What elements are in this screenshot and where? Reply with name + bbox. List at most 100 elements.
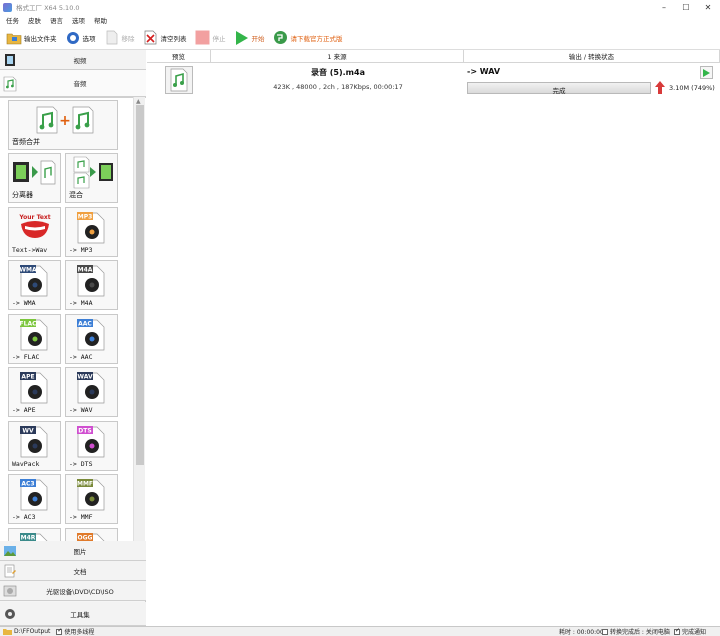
audio-tile-ac3[interactable]: AC3 -> AC3 bbox=[8, 474, 61, 524]
scrollbar-thumb[interactable] bbox=[136, 105, 144, 465]
folder-icon bbox=[6, 30, 22, 46]
download-official-button[interactable]: 请下载官方正式版 bbox=[273, 30, 343, 46]
notify-check[interactable] bbox=[674, 627, 680, 635]
category-document[interactable]: 文档 bbox=[0, 561, 146, 581]
audio-tile-flac[interactable]: FLAC -> FLAC bbox=[8, 313, 61, 364]
menu-task[interactable]: 任务 bbox=[6, 15, 19, 25]
mp3-icon: MP3 bbox=[77, 211, 105, 243]
menu-help[interactable]: 帮助 bbox=[94, 15, 107, 25]
audio-tile-wma[interactable]: WMA -> WMA bbox=[8, 260, 61, 310]
audio-tile-splitter[interactable]: 分离器 bbox=[8, 153, 61, 203]
audio-tile-grid: + 音频合并分离器 混合 Your Text Text->Wav MP3 -> MP3 WMA… bbox=[0, 97, 146, 589]
shutdown-checkbox[interactable]: 转换完成后 : 关闭电脑 bbox=[602, 627, 670, 636]
audio-tile-ape[interactable]: APE -> APE bbox=[8, 367, 61, 417]
task-row[interactable]: 录音 (5).m4a 423K , 48000 , 2ch , 187Kbps,… bbox=[147, 63, 720, 97]
audio-tile-label: -> FLAC bbox=[12, 352, 40, 361]
category-audio[interactable]: 音频 bbox=[0, 70, 146, 97]
svg-text:WV: WV bbox=[22, 427, 34, 434]
audio-tile-label: -> M4A bbox=[69, 299, 93, 307]
window-title: 格式工厂 X64 5.10.0 bbox=[16, 4, 80, 12]
wavpack-icon: WV bbox=[20, 425, 48, 457]
svg-text:DTS: DTS bbox=[78, 427, 91, 434]
audio-tile-mp3[interactable]: MP3 -> MP3 bbox=[65, 206, 118, 257]
toolbar: 输出文件夹 选项 移除 清空列表 停止 开始 请下载官方正式版 bbox=[0, 26, 720, 50]
elapsed-time: 耗时 : 00:00:00 bbox=[559, 629, 604, 636]
start-button[interactable]: 开始 bbox=[234, 30, 265, 46]
clear-list-button[interactable]: 清空列表 bbox=[143, 30, 187, 46]
folder-icon bbox=[3, 629, 12, 635]
options-button[interactable]: 选项 bbox=[65, 30, 96, 46]
svg-text:FLAC: FLAC bbox=[20, 320, 38, 327]
aac-icon: AAC bbox=[77, 318, 105, 350]
mix-icon bbox=[73, 156, 113, 189]
category-video[interactable]: 视频 bbox=[0, 50, 146, 70]
ape-icon: APE bbox=[20, 372, 48, 404]
menu-options[interactable]: 选项 bbox=[72, 15, 85, 25]
target-format: -> WAV bbox=[467, 67, 501, 76]
stop-icon bbox=[195, 30, 211, 46]
audio-tile-label: -> AAC bbox=[69, 352, 93, 361]
progress-status: 完成 bbox=[552, 87, 566, 95]
svg-text:OGG: OGG bbox=[78, 534, 93, 541]
audio-tile-dts[interactable]: DTS -> DTS bbox=[65, 420, 118, 471]
audio-tile-aac[interactable]: AAC -> AAC bbox=[65, 313, 118, 364]
category-tools[interactable]: 工具集 bbox=[0, 602, 146, 626]
category-image[interactable]: 图片 bbox=[0, 541, 146, 561]
column-header-source[interactable]: 1 来源 bbox=[211, 50, 464, 63]
multithread-check[interactable] bbox=[56, 627, 62, 635]
text-to-speech-icon: Your Text bbox=[18, 214, 51, 238]
wma-icon: WMA bbox=[19, 265, 48, 297]
category-disc[interactable]: 光驱设备\DVD\CD\ISO bbox=[0, 581, 146, 601]
output-size: 3.10M (749%) bbox=[669, 84, 715, 92]
audio-tile-text-to-speech[interactable]: Your Text Text->Wav bbox=[8, 206, 61, 257]
svg-text:+: + bbox=[59, 113, 71, 129]
audio-tile-label: 音频合并 bbox=[12, 138, 40, 146]
svg-text:MMF: MMF bbox=[77, 480, 93, 487]
audio-tile-mmf[interactable]: MMF -> MMF bbox=[65, 474, 118, 524]
column-header-preview[interactable]: 预览 bbox=[147, 50, 211, 63]
audio-tile-label: 混合 bbox=[69, 191, 83, 199]
minimize-icon[interactable]: – bbox=[654, 0, 674, 14]
audio-tile-wavpack[interactable]: WV WavPack bbox=[8, 420, 61, 471]
audio-tile-label: -> DTS bbox=[69, 459, 93, 468]
audio-tile-label: -> APE bbox=[12, 406, 36, 414]
notify-checkbox[interactable]: 完成通知 bbox=[674, 627, 706, 636]
app-icon bbox=[3, 2, 12, 12]
remove-button[interactable]: 移除 bbox=[104, 30, 135, 46]
scroll-up-icon[interactable]: ▲ bbox=[136, 98, 141, 105]
shutdown-check[interactable] bbox=[602, 628, 608, 635]
source-info: 423K , 48000 , 2ch , 187Kbps, 00:00:17 bbox=[273, 83, 403, 91]
audio-tile-label: -> MP3 bbox=[69, 245, 93, 254]
column-header-output[interactable]: 输出 / 转换状态 bbox=[464, 50, 720, 63]
svg-text:AC3: AC3 bbox=[21, 480, 34, 487]
output-folder-button[interactable]: 输出文件夹 bbox=[6, 30, 57, 46]
file-thumbnail bbox=[165, 66, 193, 94]
splitter-icon bbox=[13, 160, 56, 185]
play-output-button[interactable] bbox=[700, 66, 713, 79]
menu-language[interactable]: 语言 bbox=[50, 15, 63, 25]
menu-skin[interactable]: 皮肤 bbox=[28, 15, 41, 25]
multithread-checkbox[interactable]: 使用多线程 bbox=[56, 627, 94, 636]
output-path[interactable]: D:\FFOutput bbox=[3, 628, 50, 635]
svg-text:Your Text: Your Text bbox=[18, 214, 50, 221]
audio-tile-audio-merge[interactable]: + 音频合并 bbox=[8, 100, 118, 150]
close-icon[interactable]: ✕ bbox=[698, 0, 718, 14]
maximize-icon[interactable]: ☐ bbox=[676, 0, 696, 14]
task-list: 预览 1 来源 输出 / 转换状态 录音 (5).m4a 423K , 4800… bbox=[147, 50, 720, 626]
svg-text:AAC: AAC bbox=[78, 320, 92, 327]
tile-scrollbar[interactable]: ▲ bbox=[133, 97, 145, 589]
source-filename: 录音 (5).m4a bbox=[310, 68, 365, 77]
audio-tile-label: Text->Wav bbox=[12, 245, 48, 254]
audio-tile-label: WavPack bbox=[12, 459, 40, 468]
stop-button[interactable]: 停止 bbox=[195, 30, 226, 46]
audio-tile-label: -> WMA bbox=[12, 299, 36, 307]
audio-tile-label: 分离器 bbox=[12, 191, 33, 199]
category-panel: 视频 音频 + 音频合并分离器 混合 Your Text Text->Wav MP3 -> … bbox=[0, 50, 146, 626]
wav-icon: WAV bbox=[77, 372, 105, 404]
audio-tile-wav[interactable]: WAV -> WAV bbox=[65, 367, 118, 417]
audio-tile-m4a[interactable]: M4A -> M4A bbox=[65, 260, 118, 310]
svg-text:WMA: WMA bbox=[19, 266, 37, 273]
audio-tile-label: -> MMF bbox=[69, 513, 93, 521]
audio-tile-mix[interactable]: 混合 bbox=[65, 153, 118, 203]
progress-bar: 完成 bbox=[467, 82, 651, 95]
